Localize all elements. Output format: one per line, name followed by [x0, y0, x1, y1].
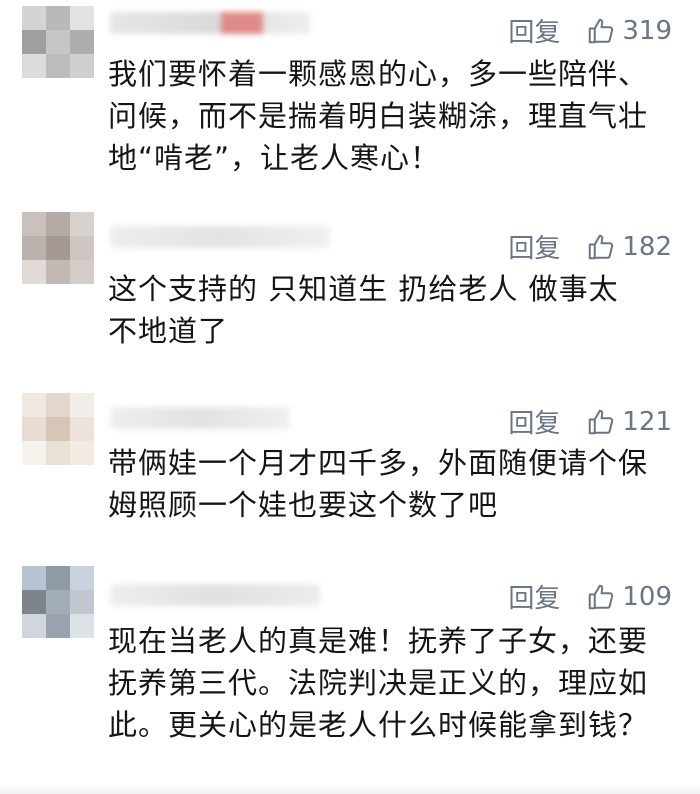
- avatar-mosaic-cell: [46, 260, 70, 284]
- avatar-mosaic-cell: [22, 54, 46, 78]
- reply-button[interactable]: 回复: [508, 403, 560, 440]
- avatar-mosaic-cell: [22, 236, 46, 260]
- avatar-mosaic-cell: [46, 236, 70, 260]
- like-button[interactable]: 109: [586, 582, 672, 612]
- avatar-mosaic-cell: [22, 212, 46, 236]
- avatar-mosaic-cell: [22, 30, 46, 54]
- avatar-mosaic-cell: [22, 393, 46, 417]
- like-button[interactable]: 182: [586, 232, 672, 262]
- avatar-mosaic-cell: [22, 417, 46, 441]
- comment-text: 我们要怀着一颗感恩的心，多一些陪伴、问候，而不是揣着明白装糊涂，理直气壮地“啃老…: [108, 57, 649, 175]
- bottom-edge: [0, 784, 700, 794]
- avatar[interactable]: [22, 393, 94, 465]
- username-blurred[interactable]: [110, 12, 310, 34]
- avatar-mosaic-cell: [22, 260, 46, 284]
- comment-actions: 回复 319: [508, 12, 672, 49]
- avatar[interactable]: [22, 212, 94, 284]
- avatar-mosaic-cell: [70, 236, 94, 260]
- avatar-mosaic-cell: [46, 441, 70, 465]
- avatar-mosaic-cell: [70, 417, 94, 441]
- avatar-mosaic-cell: [70, 441, 94, 465]
- like-count: 319: [622, 15, 672, 46]
- thumbs-up-icon: [589, 18, 614, 43]
- avatar-mosaic-cell: [70, 590, 94, 614]
- avatar-mosaic-cell: [70, 614, 94, 638]
- reply-button[interactable]: 回复: [508, 578, 560, 615]
- like-button[interactable]: 121: [586, 407, 672, 437]
- avatar-mosaic-cell: [46, 54, 70, 78]
- like-count: 109: [622, 581, 672, 612]
- avatar-mosaic-cell: [22, 6, 46, 30]
- thumbs-up-icon: [589, 234, 614, 259]
- avatar-mosaic-cell: [70, 54, 94, 78]
- thumbs-up-icon: [589, 584, 614, 609]
- username-blurred[interactable]: [110, 407, 290, 429]
- avatar-mosaic-cell: [70, 30, 94, 54]
- reply-button[interactable]: 回复: [508, 12, 560, 49]
- comment-actions: 回复 182: [508, 228, 672, 265]
- avatar-mosaic-cell: [46, 566, 70, 590]
- username-blurred[interactable]: [110, 584, 320, 606]
- avatar-mosaic-cell: [70, 566, 94, 590]
- avatar[interactable]: [22, 6, 94, 78]
- comment-text: 这个支持的 只知道生 扔给老人 做事太不地道了: [108, 272, 619, 348]
- avatar-mosaic-cell: [22, 566, 46, 590]
- avatar-mosaic-cell: [22, 590, 46, 614]
- avatar-mosaic-cell: [22, 614, 46, 638]
- avatar-mosaic-cell: [70, 212, 94, 236]
- avatar-mosaic-cell: [46, 417, 70, 441]
- avatar-mosaic-cell: [46, 30, 70, 54]
- avatar-mosaic-cell: [46, 590, 70, 614]
- avatar-mosaic-cell: [46, 614, 70, 638]
- username-blurred[interactable]: [110, 226, 330, 248]
- avatar-mosaic-cell: [46, 212, 70, 236]
- reply-button[interactable]: 回复: [508, 228, 560, 265]
- comment-text: 带俩娃一个月才四千多，外面随便请个保姆照顾一个娃也要这个数了吧: [108, 446, 649, 522]
- comment-actions: 回复 121: [508, 403, 672, 440]
- avatar-mosaic-cell: [70, 6, 94, 30]
- avatar-mosaic-cell: [46, 393, 70, 417]
- avatar-mosaic-cell: [70, 260, 94, 284]
- avatar[interactable]: [22, 566, 94, 638]
- avatar-mosaic-cell: [70, 393, 94, 417]
- comment-text: 现在当老人的真是难！抚养了子女，还要抚养第三代。法院判决是正义的，理应如此。更关…: [108, 624, 649, 742]
- like-button[interactable]: 319: [586, 16, 672, 46]
- avatar-mosaic-cell: [46, 6, 70, 30]
- like-count: 182: [622, 231, 672, 262]
- like-count: 121: [622, 406, 672, 437]
- avatar-mosaic-cell: [22, 441, 46, 465]
- comment-actions: 回复 109: [508, 578, 672, 615]
- thumbs-up-icon: [589, 409, 614, 434]
